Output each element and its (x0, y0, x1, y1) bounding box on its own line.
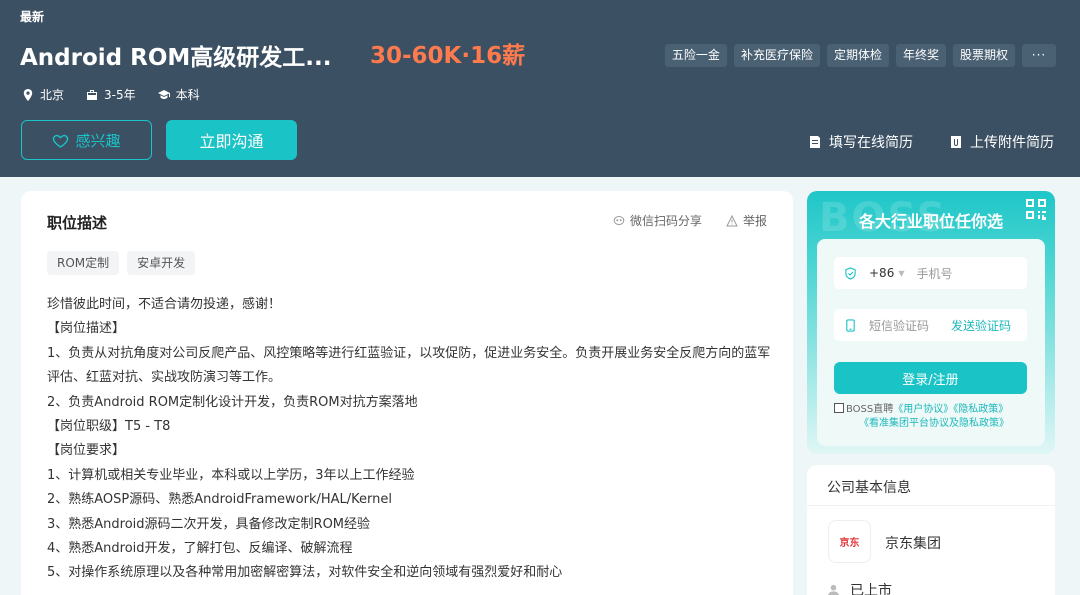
send-code-button[interactable]: 发送验证码 (951, 317, 1011, 334)
phone-field[interactable]: +86 ▼ 手机号 (834, 257, 1027, 289)
sms-code-input[interactable]: 短信验证码 (869, 317, 929, 334)
agreement: BOSS直聘《用户协议》《隐私政策》 《看准集团平台协议及隐私政策》 (834, 403, 1034, 431)
description-line: 2、熟练AOSP源码、熟悉AndroidFramework/HAL/Kernel (47, 492, 392, 508)
interest-button[interactable]: 感兴趣 (21, 120, 152, 160)
description-line: 5、对操作系统原理以及各种常用加密解密算法，对软件安全和逆向领域有强烈爱好和耐心 (47, 565, 563, 581)
interest-label: 感兴趣 (75, 131, 121, 150)
degree-text: 本科 (175, 88, 200, 102)
resume-links: 填写在线简历 上传附件简历 (808, 132, 1054, 152)
company-name[interactable]: 京东集团 (885, 533, 941, 553)
skill-tag: 安卓开发 (127, 251, 196, 275)
fill-resume-label: 填写在线简历 (829, 135, 913, 151)
description-line: 3、熟悉Android源码二次开发，具备修改定制ROM经验 (47, 516, 371, 532)
graduation-cap-icon (157, 89, 170, 99)
card-actions: 微信扫码分享 举报 (613, 212, 767, 229)
chat-now-button[interactable]: 立即沟通 (166, 120, 297, 160)
experience-text: 3-5年 (104, 88, 136, 102)
phone-icon (846, 318, 855, 332)
degree-item: 本科 (157, 86, 200, 103)
group-agreement-link[interactable]: 《看准集团平台协议及隐私政策》 (834, 417, 1034, 431)
description-line: 【岗位要求】 (47, 443, 126, 459)
login-card: BOSS 各大行业职位任你选 +86 ▼ 手机号 短信验证码 发送验证码 登录/… (807, 191, 1055, 454)
welfare-tag: 年终奖 (895, 44, 946, 67)
agree-prefix: BOSS直聘 (846, 404, 894, 415)
description-line: 【岗位职级】T5 - T8 (47, 419, 171, 435)
qr-code-icon[interactable] (1025, 198, 1047, 220)
sms-code-field[interactable]: 短信验证码 发送验证码 (834, 309, 1027, 341)
company-section-title: 公司基本信息 (827, 480, 911, 496)
description-line: 1、负责从对抗角度对公司反爬产品、风控策略等进行红蓝验证，以攻促防，促进业务安全… (47, 345, 771, 386)
job-meta: 北京 3-5年 本科 (22, 86, 200, 103)
city-item: 北京 (22, 86, 64, 103)
job-header: 最新 Android ROM高级研发工... 30-60K·16薪 北京 3-5… (0, 0, 1080, 177)
phone-input[interactable]: 手机号 (916, 265, 952, 282)
warning-icon (726, 214, 738, 226)
login-register-button[interactable]: 登录/注册 (834, 362, 1027, 394)
welfare-tag: 股票期权 (952, 44, 1015, 67)
briefcase-icon (87, 89, 98, 100)
experience-item: 3-5年 (86, 86, 136, 103)
listing-status: 已上市 (827, 580, 892, 595)
privacy-policy-link[interactable]: 《隐私政策》 (953, 404, 1008, 415)
welfare-tag: 定期体检 (826, 44, 889, 67)
company-info-card: 公司基本信息 京东 京东集团 已上市 (807, 465, 1055, 595)
salary: 30-60K·16薪 (370, 43, 526, 69)
welfare-tag: 五险一金 (664, 44, 727, 67)
more-welfare-button[interactable]: ··· (1022, 44, 1056, 67)
job-title: Android ROM高级研发工... (20, 45, 332, 71)
description-line: 2、负责Android ROM定制化设计开发，负责ROM对抗方案落地 (47, 394, 418, 410)
share-label: 微信扫码分享 (629, 214, 702, 228)
city-text: 北京 (40, 88, 65, 102)
fill-online-resume-link[interactable]: 填写在线简历 (808, 132, 913, 152)
report-button[interactable]: 举报 (726, 212, 767, 229)
wechat-share-button[interactable]: 微信扫码分享 (613, 212, 702, 229)
user-icon (827, 584, 840, 595)
description-line: 4、熟悉Android开发，了解打包、反编译、破解流程 (47, 541, 353, 557)
attachment-icon (951, 136, 961, 148)
location-icon (23, 88, 33, 101)
skill-tags: ROM定制 安卓开发 (47, 251, 196, 275)
description-line: 珍惜彼此时间，不适合请勿投递，感谢！ (47, 297, 282, 312)
chevron-down-icon: ▼ (898, 268, 905, 278)
login-title: 各大行业职位任你选 (858, 212, 1003, 231)
divider (807, 505, 1055, 506)
user-agreement-link[interactable]: 《用户协议》 (893, 404, 953, 415)
welfare-tag: 补充医疗保险 (733, 44, 820, 67)
job-description-text: 珍惜彼此时间，不适合请勿投递，感谢！ 【岗位描述】 1、负责从对抗角度对公司反爬… (47, 293, 777, 586)
login-form: +86 ▼ 手机号 短信验证码 发送验证码 登录/注册 BOSS直聘《用户协议》… (817, 239, 1045, 446)
listing-status-text: 已上市 (850, 583, 892, 595)
skill-tag: ROM定制 (47, 251, 120, 275)
description-line: 【岗位描述】 (47, 321, 126, 337)
shield-icon (845, 266, 856, 280)
section-title: 职位描述 (47, 214, 108, 232)
description-line: 1、计算机或相关专业毕业，本科或以上学历，3年以上工作经验 (47, 467, 415, 483)
country-code-select[interactable]: +86 (869, 266, 894, 280)
job-description-card: 职位描述 微信扫码分享 举报 ROM定制 安卓开发 珍惜彼此时间，不适合请勿投递… (21, 191, 793, 595)
upload-resume-link[interactable]: 上传附件简历 (949, 132, 1054, 152)
agreement-checkbox[interactable] (834, 403, 844, 413)
welfare-tags: 五险一金 补充医疗保险 定期体检 年终奖 股票期权 ··· (664, 44, 1056, 67)
resume-icon (810, 136, 820, 148)
report-label: 举报 (742, 214, 767, 228)
upload-resume-label: 上传附件简历 (970, 135, 1054, 151)
company-logo[interactable]: 京东 (828, 520, 871, 563)
logo-text: 京东 (839, 538, 860, 549)
latest-label: 最新 (20, 10, 45, 24)
heart-icon (53, 134, 69, 148)
wechat-icon (613, 215, 625, 225)
